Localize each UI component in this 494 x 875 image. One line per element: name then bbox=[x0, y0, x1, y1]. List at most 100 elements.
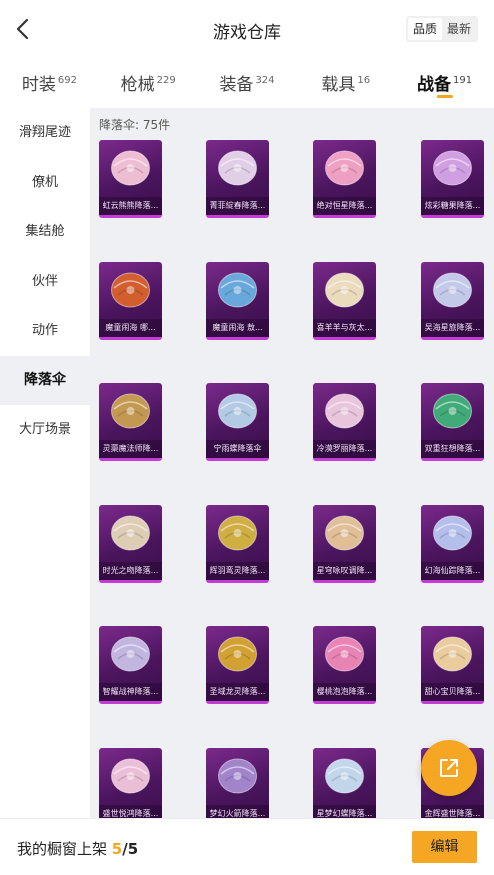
parachute-item-card[interactable]: 盛世悦鸿降落... bbox=[99, 747, 162, 818]
parachute-item-name: 菁菲綻春降落... bbox=[206, 197, 269, 215]
parachute-item-name: 魔童闹海 敖... bbox=[206, 318, 269, 337]
parachute-icon bbox=[325, 150, 364, 186]
parachute-item-name: 幻海仙踪降落... bbox=[421, 561, 484, 580]
parachute-item-name: 甜心宝贝降落... bbox=[421, 683, 484, 701]
tab-label: 装备 bbox=[219, 75, 254, 95]
parachute-item-name: 灵蕖魔法师降... bbox=[99, 440, 162, 458]
tab-combat-gear[interactable]: 战备 191 bbox=[395, 58, 494, 108]
parachute-item-name: 圣域龙灵降落... bbox=[206, 683, 269, 701]
tab-vehicles[interactable]: 载具 16 bbox=[296, 58, 395, 108]
parachute-icon bbox=[325, 272, 364, 307]
parachute-item-card[interactable]: 炫彩糖果降落... bbox=[421, 140, 484, 218]
parachute-item-card[interactable]: 樱桃泡泡降落... bbox=[313, 626, 376, 704]
parachute-item-card[interactable]: 辉羽鸾灵降落... bbox=[206, 504, 269, 583]
parachute-item-name: 虹云熊熊降落... bbox=[99, 197, 162, 215]
parachute-item-card[interactable]: 宁雨蝶降落伞 bbox=[206, 383, 269, 461]
parachute-item-card[interactable]: 星穹咏叹调降... bbox=[313, 504, 376, 583]
sort-latest-button[interactable]: 最新 bbox=[442, 18, 476, 40]
parachute-item-name: 吴海星旅降落... bbox=[421, 318, 484, 337]
parachute-icon bbox=[218, 758, 257, 793]
parachute-icon bbox=[111, 515, 150, 550]
parachute-item-card[interactable]: 绝对恒星降落... bbox=[313, 140, 376, 218]
parachute-item-name: 炫彩糖果降落... bbox=[421, 197, 484, 215]
sort-quality-button[interactable]: 品质 bbox=[407, 18, 442, 40]
parachute-icon bbox=[325, 758, 364, 793]
parachute-icon bbox=[433, 150, 472, 186]
tab-count: 191 bbox=[453, 75, 473, 86]
parachute-icon bbox=[111, 393, 150, 429]
parachute-icon bbox=[433, 393, 472, 429]
parachute-icon bbox=[325, 393, 364, 429]
parachute-item-card[interactable]: 魔童闹海 敖... bbox=[206, 261, 269, 340]
showcase-label: 我的橱窗上架 bbox=[17, 840, 108, 858]
parachute-icon bbox=[325, 515, 364, 550]
parachute-icon bbox=[111, 150, 150, 186]
sidebar-item-emote[interactable]: 动作 bbox=[0, 306, 90, 356]
tab-label: 战备 bbox=[417, 75, 452, 95]
tab-label: 载具 bbox=[321, 75, 356, 95]
parachute-item-name: 金辉盛世降落... bbox=[421, 804, 484, 818]
tab-count: 324 bbox=[255, 75, 275, 86]
parachute-icon bbox=[218, 150, 257, 186]
parachute-item-card[interactable]: 幻海仙踪降落... bbox=[421, 504, 484, 583]
parachute-icon bbox=[433, 636, 472, 672]
parachute-icon bbox=[218, 515, 257, 550]
tab-label: 时装 bbox=[21, 75, 56, 95]
active-tab-indicator bbox=[436, 95, 453, 98]
sidebar-item-parachute[interactable]: 降落伞 bbox=[0, 355, 90, 405]
parachute-icon bbox=[218, 636, 257, 672]
parachute-item-card[interactable]: 菁菲綻春降落... bbox=[206, 140, 269, 218]
sidebar-item-lobby-scene[interactable]: 大厅场景 bbox=[0, 405, 90, 455]
parachute-item-card[interactable]: 智耀战神降落... bbox=[99, 626, 162, 704]
parachute-item-card[interactable]: 灵蕖魔法师降... bbox=[99, 383, 162, 461]
showcase-status: 我的橱窗上架 5/5 bbox=[17, 838, 138, 859]
sidebar-item-assembly-pod[interactable]: 集结舱 bbox=[0, 207, 90, 257]
parachute-item-card[interactable]: 星梦幻蝶降落... bbox=[313, 747, 376, 818]
parachute-item-name: 星梦幻蝶降落... bbox=[313, 804, 376, 818]
tab-count: 16 bbox=[357, 75, 371, 86]
parachute-item-name: 双重狂想降落... bbox=[421, 440, 484, 458]
parachute-item-name: 喜羊羊与灰太... bbox=[313, 318, 376, 337]
parachute-item-card[interactable]: 魔童闹海 哪... bbox=[99, 261, 162, 340]
showcase-total-count: /5 bbox=[122, 840, 139, 858]
showcase-current-count: 5 bbox=[111, 840, 123, 858]
sidebar-item-glide-trail[interactable]: 滑翔尾迹 bbox=[0, 108, 90, 158]
parachute-item-name: 智耀战神降落... bbox=[99, 683, 162, 701]
tab-fashion[interactable]: 时装 692 bbox=[0, 58, 99, 108]
parachute-item-card[interactable]: 时光之吻降落... bbox=[99, 504, 162, 583]
sidebar-item-wingman[interactable]: 僚机 bbox=[0, 158, 90, 208]
sidebar-item-companion[interactable]: 伙伴 bbox=[0, 257, 90, 307]
parachute-item-card[interactable]: 喜羊羊与灰太... bbox=[313, 261, 376, 340]
parachute-item-card[interactable]: 梦幻火箭降落... bbox=[206, 747, 269, 818]
parachute-item-card[interactable]: 吴海星旅降落... bbox=[421, 261, 484, 340]
parachute-item-name: 魔童闹海 哪... bbox=[99, 318, 162, 337]
parachute-icon bbox=[218, 393, 257, 429]
parachute-item-name: 冷漠罗丽降落... bbox=[313, 440, 376, 458]
parachute-item-card[interactable]: 圣域龙灵降落... bbox=[206, 626, 269, 704]
parachute-icon bbox=[433, 272, 472, 307]
edit-button[interactable]: 编辑 bbox=[412, 831, 477, 863]
parachute-item-name: 盛世悦鸿降落... bbox=[99, 804, 162, 818]
parachute-item-card[interactable]: 冷漠罗丽降落... bbox=[313, 383, 376, 461]
parachute-item-name: 时光之吻降落... bbox=[99, 561, 162, 580]
bottom-bar: 我的橱窗上架 5/5 编辑 bbox=[0, 818, 494, 875]
parachute-item-name: 樱桃泡泡降落... bbox=[313, 683, 376, 701]
parachute-icon bbox=[218, 272, 257, 307]
parachute-item-card[interactable]: 虹云熊熊降落... bbox=[99, 140, 162, 218]
tab-equipment[interactable]: 装备 324 bbox=[198, 58, 297, 108]
tab-count: 692 bbox=[57, 75, 77, 86]
app-root: 游戏仓库 品质 最新 时装 692 枪械 229 装备 324 载具 16 战备 191 … bbox=[0, 0, 494, 875]
item-count: 降落伞: 75件 bbox=[99, 118, 171, 132]
parachute-item-card[interactable]: 双重狂想降落... bbox=[421, 383, 484, 461]
parachute-item-name: 辉羽鸾灵降落... bbox=[206, 561, 269, 580]
sort-toggle: 品质 最新 bbox=[405, 16, 478, 42]
parachute-item-name: 梦幻火箭降落... bbox=[206, 804, 269, 818]
parachute-icon bbox=[111, 636, 150, 672]
parachute-item-name: 星穹咏叹调降... bbox=[313, 561, 376, 580]
parachute-icon bbox=[433, 515, 472, 550]
share-button[interactable] bbox=[421, 740, 477, 796]
tab-firearms[interactable]: 枪械 229 bbox=[99, 58, 198, 108]
parachute-item-name: 宁雨蝶降落伞 bbox=[206, 440, 269, 458]
parachute-item-card[interactable]: 甜心宝贝降落... bbox=[421, 626, 484, 704]
parachute-item-name: 绝对恒星降落... bbox=[313, 197, 376, 215]
